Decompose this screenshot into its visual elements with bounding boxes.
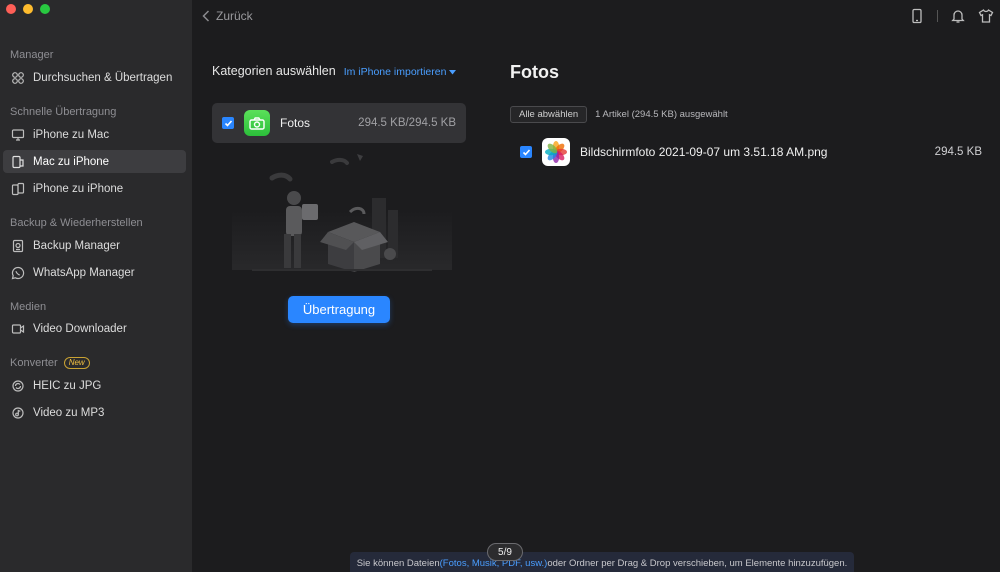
monitor-icon bbox=[11, 128, 25, 141]
sidebar-item-label: iPhone zu iPhone bbox=[33, 182, 124, 195]
caret-down-icon bbox=[449, 69, 457, 74]
app-window: Manager Durchsuchen & Übertragen Schnell… bbox=[0, 0, 1000, 572]
drag-drop-hint: Sie können Dateien (Fotos, Musik, PDF, u… bbox=[350, 552, 854, 572]
hint-text-after: oder Ordner per Drag & Drop verschieben,… bbox=[547, 557, 848, 569]
file-size: 294.5 KB bbox=[934, 146, 982, 158]
sidebar-item-iphone-to-mac[interactable]: iPhone zu Mac bbox=[3, 123, 186, 146]
category-row-fotos[interactable]: Fotos 294.5 KB/294.5 KB bbox=[212, 103, 466, 143]
sidebar-item-browse-transfer[interactable]: Durchsuchen & Übertragen bbox=[3, 66, 186, 89]
category-size: 294.5 KB/294.5 KB bbox=[358, 117, 456, 129]
section-quick-transfer: Schnelle Übertragung bbox=[10, 106, 117, 118]
phones-icon bbox=[11, 182, 25, 195]
close-window-button[interactable] bbox=[6, 4, 16, 14]
selection-info: 1 Artikel (294.5 KB) ausgewählt bbox=[595, 109, 728, 120]
minimize-window-button[interactable] bbox=[23, 4, 33, 14]
chevron-left-icon bbox=[202, 10, 210, 22]
sidebar-item-label: WhatsApp Manager bbox=[33, 266, 135, 279]
deselect-all-button[interactable]: Alle abwählen bbox=[510, 106, 588, 123]
file-name: Bildschirmfoto 2021-09-07 um 3.51.18 AM.… bbox=[580, 145, 828, 159]
zoom-window-button[interactable] bbox=[40, 4, 50, 14]
transfer-button[interactable]: Übertragung bbox=[288, 296, 390, 323]
bell-icon[interactable] bbox=[950, 8, 966, 24]
sidebar-item-whatsapp-manager[interactable]: WhatsApp Manager bbox=[3, 261, 186, 284]
music-icon bbox=[12, 406, 24, 419]
fotos-panel: Fotos Alle abwählen 1 Artikel (294.5 KB)… bbox=[510, 62, 1000, 166]
import-target-dropdown[interactable]: Im iPhone importieren bbox=[344, 66, 457, 78]
import-target-label: Im iPhone importieren bbox=[343, 66, 447, 78]
sidebar-item-mac-to-iphone[interactable]: Mac zu iPhone bbox=[3, 150, 186, 173]
sidebar-item-label: HEIC zu JPG bbox=[33, 379, 102, 392]
file-checkbox[interactable] bbox=[520, 146, 532, 158]
toolbar-divider bbox=[937, 10, 938, 22]
photos-app-icon bbox=[542, 138, 570, 166]
checkmark-icon bbox=[522, 148, 530, 156]
main-panel: Zurück Kategorien auswählen Im iPhone im… bbox=[192, 0, 1000, 572]
category-label: Fotos bbox=[280, 116, 311, 130]
checkmark-icon bbox=[224, 119, 232, 127]
section-converter: Konverter New bbox=[10, 357, 90, 369]
category-panel: Kategorien auswählen Im iPhone importier… bbox=[212, 64, 466, 143]
category-checkbox[interactable] bbox=[222, 117, 234, 129]
window-controls bbox=[6, 4, 50, 14]
sidebar-item-label: Backup Manager bbox=[33, 239, 120, 252]
sidebar-item-backup-manager[interactable]: Backup Manager bbox=[3, 234, 186, 257]
category-title: Kategorien auswählen bbox=[212, 64, 336, 78]
page-indicator: 5/9 bbox=[487, 543, 523, 561]
new-badge: New bbox=[63, 357, 90, 369]
section-backup: Backup & Wiederherstellen bbox=[10, 217, 143, 229]
top-icons bbox=[909, 8, 994, 24]
selection-row: Alle abwählen 1 Artikel (294.5 KB) ausge… bbox=[510, 106, 728, 123]
sidebar-item-label: Video Downloader bbox=[33, 322, 127, 335]
sidebar-item-label: Mac zu iPhone bbox=[33, 155, 110, 168]
sidebar: Manager Durchsuchen & Übertragen Schnell… bbox=[0, 0, 192, 572]
section-manager: Manager bbox=[10, 49, 54, 61]
section-converter-label: Konverter bbox=[10, 357, 58, 369]
back-button[interactable]: Zurück bbox=[202, 9, 253, 23]
convert-icon bbox=[12, 379, 24, 392]
download-icon bbox=[11, 323, 25, 334]
hint-text-before: Sie können Dateien bbox=[356, 557, 440, 569]
grid-icon bbox=[12, 71, 24, 84]
phone-icon bbox=[12, 155, 24, 168]
section-media: Medien bbox=[10, 301, 47, 313]
sidebar-item-label: iPhone zu Mac bbox=[33, 128, 110, 141]
empty-box-illustration bbox=[232, 154, 452, 272]
camera-icon bbox=[244, 110, 270, 136]
shirt-icon[interactable] bbox=[978, 8, 994, 24]
file-row[interactable]: Bildschirmfoto 2021-09-07 um 3.51.18 AM.… bbox=[520, 137, 982, 167]
fotos-title: Fotos bbox=[510, 62, 559, 82]
sidebar-item-video-to-mp3[interactable]: Video zu MP3 bbox=[3, 401, 186, 424]
sidebar-item-label: Video zu MP3 bbox=[33, 406, 105, 419]
whatsapp-icon bbox=[11, 266, 25, 279]
sidebar-item-heic-to-jpg[interactable]: HEIC zu JPG bbox=[3, 374, 186, 397]
sidebar-item-iphone-to-iphone[interactable]: iPhone zu iPhone bbox=[3, 177, 186, 200]
topbar: Zurück bbox=[192, 0, 1000, 34]
sidebar-item-label: Durchsuchen & Übertragen bbox=[33, 71, 173, 84]
backup-icon bbox=[12, 239, 24, 252]
category-header: Kategorien auswählen Im iPhone importier… bbox=[212, 64, 466, 78]
back-label: Zurück bbox=[216, 9, 253, 23]
device-icon[interactable] bbox=[909, 8, 925, 24]
sidebar-item-video-downloader[interactable]: Video Downloader bbox=[3, 317, 186, 340]
